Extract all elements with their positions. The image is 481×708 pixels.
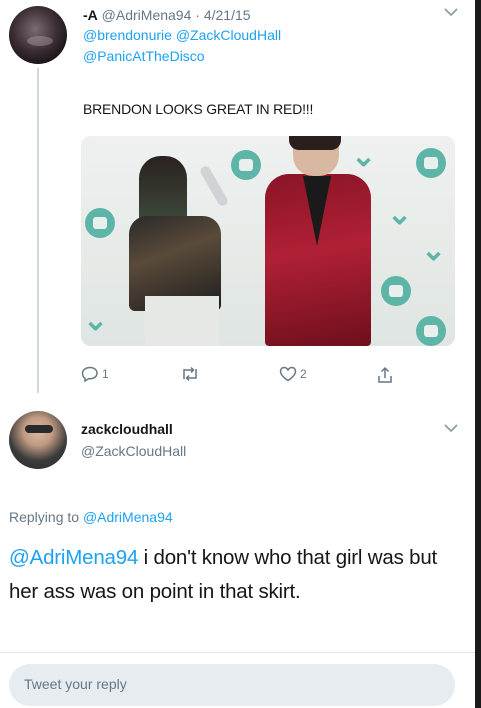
tweet-text: @AdriMena94 i don't know who that girl w… [9,541,464,609]
share-action[interactable] [376,366,394,384]
like-count: 2 [300,367,307,381]
like-action[interactable]: 2 [279,366,307,382]
retweet-action[interactable] [180,366,203,382]
chevron-down-icon[interactable] [444,420,458,436]
like-icon [279,366,297,382]
reply-count: 1 [102,367,109,381]
mention-link[interactable]: @AdriMena94 [9,546,138,569]
screen-edge [475,0,481,708]
divider [0,652,475,653]
reply-input[interactable]: Tweet your reply [9,664,455,706]
tweet-header: -A @AdriMena94 · 4/21/15 [83,6,251,24]
separator: · [195,7,200,23]
recipients-line-2[interactable]: @PanicAtTheDisco [83,48,205,64]
replying-prefix: Replying to [9,509,80,525]
author-name[interactable]: -A [83,7,98,23]
replying-to-line: Replying to @AdriMena94 [9,509,173,525]
reply-icon [81,366,99,382]
replying-handle[interactable]: @AdriMena94 [83,509,173,525]
thread-line [37,68,39,393]
recipients-line-1[interactable]: @brendonurie @ZackCloudHall [83,27,281,43]
avatar[interactable] [9,6,67,64]
avatar[interactable] [9,411,67,469]
retweet-icon [180,366,200,382]
author-handle[interactable]: @ZackCloudHall [81,443,186,459]
tweet-text: BRENDON LOOKS GREAT IN RED!!! [83,101,314,117]
share-icon [376,366,394,384]
tweet-date[interactable]: 4/21/15 [204,7,251,23]
tweet-actions: 1 2 [0,366,481,386]
tweet-photo[interactable]: ⌄ ⌄ ⌄ ⌄ [81,136,455,346]
reply-action[interactable]: 1 [81,366,109,382]
author-name[interactable]: zackcloudhall [81,421,173,437]
reply-placeholder: Tweet your reply [24,676,127,692]
author-handle[interactable]: @AdriMena94 [102,7,192,23]
chevron-down-icon[interactable] [444,4,458,20]
